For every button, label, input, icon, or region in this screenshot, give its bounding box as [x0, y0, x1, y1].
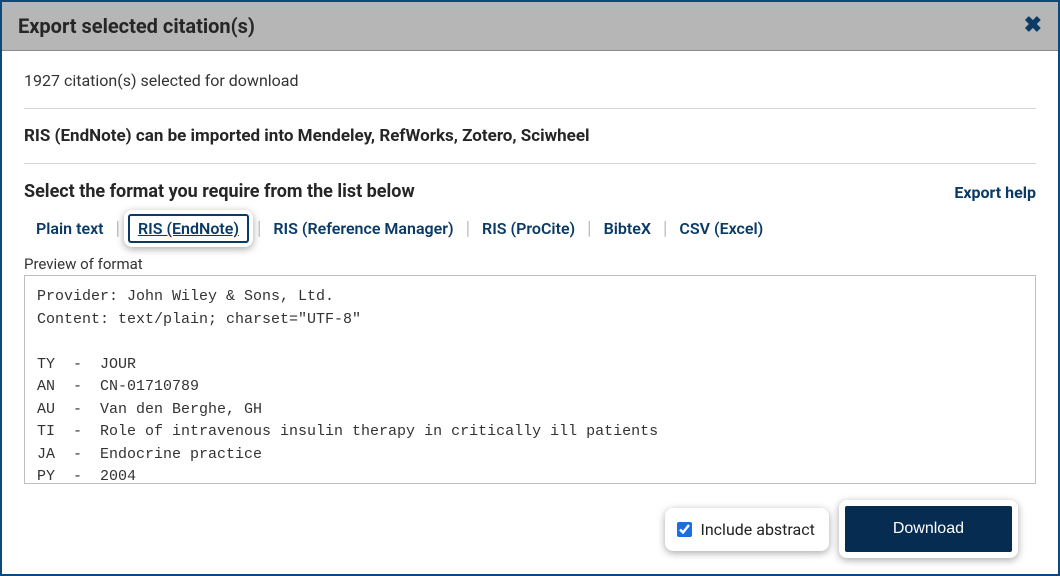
modal-title: Export selected citation(s)	[18, 14, 255, 38]
tab-csv-excel[interactable]: CSV (Excel)	[667, 213, 775, 244]
include-abstract-label: Include abstract	[700, 520, 814, 539]
format-info: RIS (EndNote) can be imported into Mende…	[24, 109, 1036, 164]
tab-bibtex[interactable]: BibteX	[592, 213, 663, 244]
preview-label: Preview of format	[24, 255, 1036, 273]
tab-separator: |	[116, 218, 120, 239]
format-tabs: Plain text | RIS (EndNote) | RIS (Refere…	[24, 210, 1036, 253]
download-button-highlight: Download	[839, 500, 1018, 558]
format-preview[interactable]: Provider: John Wiley & Sons, Ltd. Conten…	[24, 275, 1036, 484]
tab-ris-procite[interactable]: RIS (ProCite)	[470, 213, 587, 244]
tab-plain-text[interactable]: Plain text	[24, 213, 116, 244]
modal-header: Export selected citation(s) ✖	[2, 2, 1058, 51]
tab-ris-endnote[interactable]: RIS (EndNote)	[128, 214, 249, 243]
format-header-row: Select the format you require from the l…	[24, 164, 1036, 210]
export-citations-modal: Export selected citation(s) ✖ 1927 citat…	[0, 0, 1060, 576]
tab-ris-reference-manager[interactable]: RIS (Reference Manager)	[261, 213, 465, 244]
export-help-link[interactable]: Export help	[954, 183, 1036, 202]
selection-count: 1927 citation(s) selected for download	[24, 71, 1036, 109]
download-button[interactable]: Download	[845, 506, 1012, 552]
modal-footer: Include abstract Download	[24, 484, 1036, 574]
format-select-label: Select the format you require from the l…	[24, 181, 415, 202]
include-abstract-wrap: Include abstract	[665, 508, 828, 551]
include-abstract-checkbox[interactable]	[677, 522, 692, 537]
close-icon[interactable]: ✖	[1024, 15, 1042, 37]
modal-body: 1927 citation(s) selected for download R…	[2, 51, 1058, 574]
tab-ris-endnote-highlight: RIS (EndNote)	[124, 210, 253, 247]
